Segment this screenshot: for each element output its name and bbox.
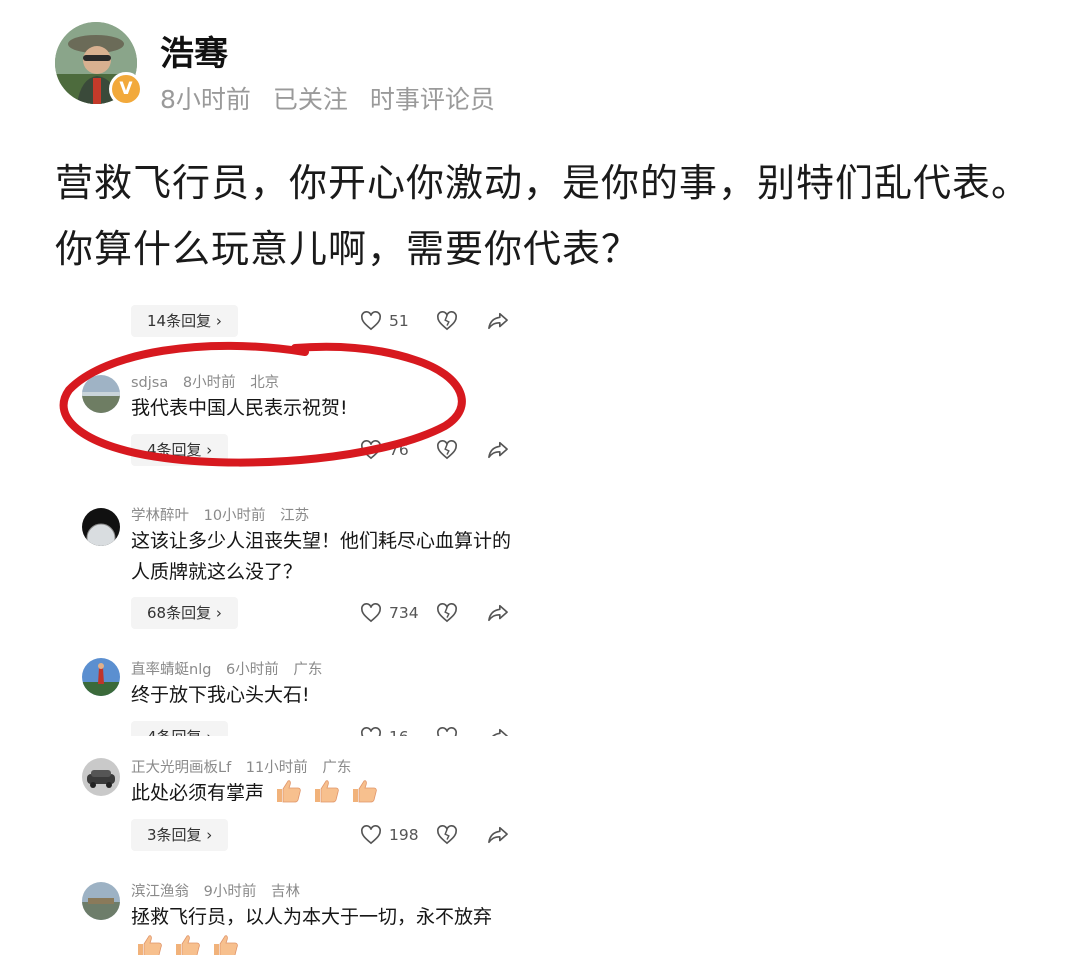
commenter-avatar[interactable]	[82, 882, 120, 920]
comment-time: 6小时前	[226, 662, 279, 678]
comment-meta: 直率蜻蜓nlg 6小时前 广东	[131, 658, 332, 679]
author-title: 时事评论员	[369, 85, 495, 114]
reply-count-button[interactable]: 68条回复 ›	[131, 597, 238, 629]
thumbs-up-emoji	[315, 780, 339, 803]
share-button[interactable]	[487, 823, 509, 847]
like-count: 51	[389, 312, 409, 330]
comment-actions: 76	[350, 434, 520, 466]
comment-actions: 16	[350, 721, 520, 736]
comment-location: 江苏	[280, 508, 310, 524]
comment-item: sdjsa 8小时前 北京 我代表中国人民表示祝贺! 4条回复 › 76	[70, 371, 540, 471]
commenter-avatar[interactable]	[82, 758, 120, 796]
comment-time: 8小时前	[182, 375, 236, 391]
like-button[interactable]: 16	[360, 725, 409, 736]
share-arrow-icon	[488, 312, 508, 330]
share-button[interactable]	[487, 438, 509, 462]
comment-actions: 198	[350, 819, 520, 851]
dislike-button[interactable]	[436, 438, 458, 462]
dislike-button[interactable]	[436, 601, 458, 625]
comment-item: 14条回复 › 51	[70, 305, 540, 339]
share-button[interactable]	[487, 309, 509, 333]
commenter-avatar[interactable]	[82, 375, 120, 413]
broken-heart-icon	[437, 727, 457, 736]
author-avatar[interactable]: V	[55, 22, 143, 106]
page: V 浩骞 8小时前 已关注 时事评论员 营救飞行员，你开心你激动，是你的事，别特…	[0, 0, 1080, 975]
heart-icon	[361, 727, 381, 736]
comment-time: 10小时前	[203, 508, 266, 524]
comment-text: 此处必须有掌声	[131, 778, 511, 809]
reply-count-button[interactable]: 4条回复 ›	[131, 434, 229, 466]
dislike-button[interactable]	[436, 309, 458, 333]
like-button[interactable]: 51	[360, 309, 409, 333]
verified-badge: V	[109, 72, 143, 106]
like-count: 734	[389, 604, 419, 622]
heart-icon	[361, 603, 381, 623]
author-meta: 8小时前 已关注 时事评论员	[160, 80, 509, 116]
heart-icon	[361, 440, 381, 460]
share-arrow-icon	[488, 604, 508, 622]
broken-heart-icon	[437, 440, 457, 460]
comment-location: 广东	[293, 662, 323, 678]
comment-text: 我代表中国人民表示祝贺!	[131, 397, 348, 419]
follow-status[interactable]: 已关注	[273, 85, 348, 114]
commenter-avatar[interactable]	[82, 508, 120, 546]
comment-item: 学林醉叶 10小时前 江苏 这该让多少人沮丧失望！他们耗尽心血算计的人质牌就这么…	[70, 504, 540, 634]
thumbs-up-emoji	[138, 935, 162, 955]
thumbs-up-emoji	[176, 935, 200, 955]
like-count: 76	[389, 441, 409, 459]
comment-item: 正大光明画板Lf 11小时前 广东 此处必须有掌声 3条回复 › 198	[70, 756, 540, 856]
comment-text-content: 拯救飞行员，以人为本大于一切，永不放弃	[131, 906, 493, 928]
comment-actions: 51	[350, 305, 520, 337]
commenter-name[interactable]: 学林醉叶	[131, 508, 189, 524]
comment-text: 终于放下我心头大石!	[131, 684, 310, 706]
thumbs-up-emoji	[353, 780, 377, 803]
comment-meta: 滨江渔翁 9小时前 吉林	[131, 880, 310, 901]
reply-count-button[interactable]: 3条回复 ›	[131, 819, 229, 851]
share-arrow-icon	[488, 441, 508, 459]
commenter-avatar[interactable]	[82, 658, 120, 696]
like-button[interactable]: 76	[360, 438, 409, 462]
broken-heart-icon	[437, 603, 457, 623]
like-count: 198	[389, 826, 419, 844]
post-body: 营救飞行员，你开心你激动，是你的事，别特们乱代表。你算什么玩意儿啊，需要你代表？	[55, 161, 1031, 271]
comment-meta: sdjsa 8小时前 北京	[131, 371, 289, 392]
comment-actions: 734	[350, 597, 520, 629]
reply-count-button[interactable]: 4条回复 ›	[131, 721, 229, 736]
comment-screenshot: 14条回复 › 51 sdjsa 8小时前 北京 我代表中国人民表示祝贺! 4条…	[70, 295, 540, 955]
comment-location: 广东	[322, 760, 352, 776]
comment-item: 直率蜻蜓nlg 6小时前 广东 终于放下我心头大石! 4条回复 › 16	[70, 658, 540, 736]
commenter-name[interactable]: 滨江渔翁	[131, 884, 189, 900]
like-count: 16	[389, 728, 409, 736]
reply-count-button[interactable]: 14条回复 ›	[131, 305, 238, 337]
share-button[interactable]	[487, 725, 509, 736]
share-button[interactable]	[487, 601, 509, 625]
commenter-name[interactable]: 直率蜻蜓nlg	[131, 662, 211, 678]
comment-meta: 学林醉叶 10小时前 江苏	[131, 504, 319, 525]
comment-time: 9小时前	[203, 884, 257, 900]
comment-time: 11小时前	[245, 760, 308, 776]
share-arrow-icon	[488, 826, 508, 844]
dislike-button[interactable]	[436, 725, 458, 736]
commenter-name[interactable]: sdjsa	[131, 375, 168, 391]
comment-location: 北京	[250, 375, 280, 391]
heart-icon	[361, 825, 381, 845]
author-name[interactable]: 浩骞	[160, 26, 228, 75]
like-button[interactable]: 198	[360, 823, 419, 847]
broken-heart-icon	[437, 311, 457, 331]
thumbs-up-emoji	[277, 780, 301, 803]
post-time: 8小时前	[160, 85, 251, 114]
broken-heart-icon	[437, 825, 457, 845]
dislike-button[interactable]	[436, 823, 458, 847]
heart-icon	[361, 311, 381, 331]
thumbs-up-emoji	[214, 935, 238, 955]
comment-meta: 正大光明画板Lf 11小时前 广东	[131, 756, 361, 777]
comment-text: 这该让多少人沮丧失望！他们耗尽心血算计的人质牌就这么没了？	[131, 530, 512, 583]
like-button[interactable]: 734	[360, 601, 419, 625]
comment-text-content: 此处必须有掌声	[131, 782, 265, 804]
commenter-name[interactable]: 正大光明画板Lf	[131, 760, 231, 776]
share-arrow-icon	[491, 728, 508, 736]
comment-text: 拯救飞行员，以人为本大于一切，永不放弃	[131, 902, 501, 955]
comment-item: 滨江渔翁 9小时前 吉林 拯救飞行员，以人为本大于一切，永不放弃	[70, 880, 540, 955]
comment-location: 吉林	[270, 884, 300, 900]
